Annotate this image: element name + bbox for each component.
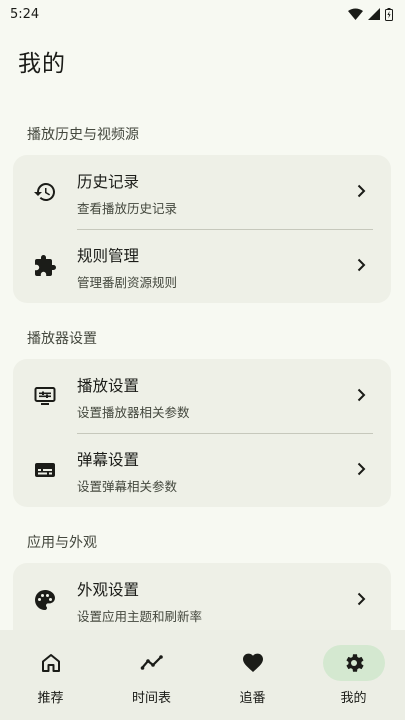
nav-label: 时间表 [131,691,171,706]
nav-item-recommend[interactable]: 推荐 [0,630,101,720]
wifi-icon [348,8,363,20]
nav-label: 推荐 [37,691,64,706]
settings-item-subtitle: 查看播放历史记录 [77,201,178,216]
settings-item-history[interactable]: 历史记录 查看播放历史记录 [13,155,391,229]
status-time: 5:24 [10,6,40,22]
settings-item-title: 规则管理 [77,247,140,265]
heart-icon [242,653,263,672]
settings-item-subtitle: 管理番剧资源规则 [77,275,178,290]
palette-icon [35,590,55,610]
chevron-right-icon [357,258,366,272]
settings-item-subtitle: 设置弹幕相关参数 [77,479,178,494]
settings-item-title: 播放设置 [77,377,140,395]
nav-item-mine[interactable]: 我的 [303,630,404,720]
history-icon [34,183,55,201]
card-player-settings: 播放设置 设置播放器相关参数 弹幕设置 设置弹幕相关参数 [13,359,391,507]
section-title-app-appearance: 应用与外观 [27,535,97,551]
card-history-sources: 历史记录 查看播放历史记录 规则管理 管理番剧资源规则 [13,155,391,303]
battery-icon [385,7,393,21]
home-icon [41,654,60,672]
chevron-right-icon [357,592,366,606]
nav-label: 我的 [340,691,367,706]
nav-item-following[interactable]: 追番 [202,630,303,720]
bottom-navigation: 推荐 时间表 追番 我的 [0,630,405,720]
gear-icon [345,654,364,672]
settings-item-subtitle: 设置播放器相关参数 [77,405,190,420]
settings-item-title: 外观设置 [77,581,140,599]
subtitles-icon [35,463,55,477]
settings-item-title: 弹幕设置 [77,451,140,469]
signal-icon [368,8,380,20]
section-title-player-settings: 播放器设置 [27,331,97,347]
settings-item-appearance[interactable]: 外观设置 设置应用主题和刷新率 [13,563,391,637]
section-title-history-sources: 播放历史与视频源 [27,127,139,143]
chevron-right-icon [357,184,366,198]
settings-item-title: 历史记录 [77,173,140,191]
status-bar: 5:24 [0,0,405,28]
chevron-right-icon [357,388,366,402]
settings-item-subtitle: 设置应用主题和刷新率 [77,609,203,624]
settings-item-danmaku[interactable]: 弹幕设置 设置弹幕相关参数 [13,433,391,507]
puzzle-icon [35,255,56,276]
nav-item-timeline[interactable]: 时间表 [101,630,202,720]
nav-label: 追番 [239,691,266,706]
status-icons [348,7,393,21]
timeline-icon [140,655,163,670]
player-settings-icon [34,387,56,405]
settings-item-rules[interactable]: 规则管理 管理番剧资源规则 [13,229,391,303]
settings-item-playback[interactable]: 播放设置 设置播放器相关参数 [13,359,391,433]
chevron-right-icon [357,462,366,476]
page-title: 我的 [18,51,66,77]
